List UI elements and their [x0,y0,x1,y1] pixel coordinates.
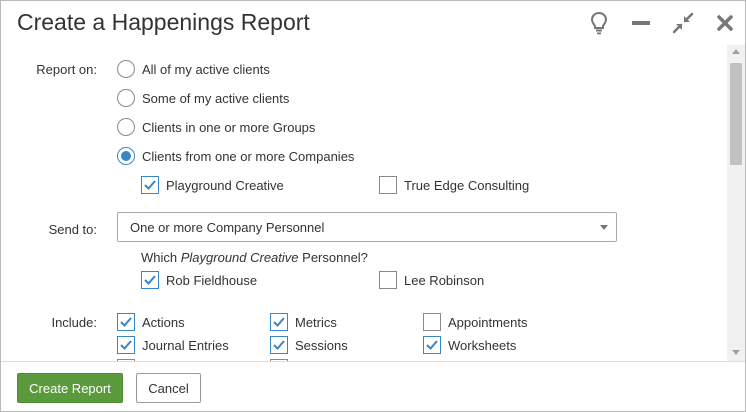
radio-label: Clients from one or more Companies [142,149,355,164]
close-icon[interactable] [711,9,739,37]
send-to-selected-value: One or more Company Personnel [130,220,325,235]
checkbox-label: Playground Creative [166,178,284,193]
checkbox-true-edge-consulting[interactable] [379,176,397,194]
collapse-icon[interactable] [669,9,697,37]
checkbox-label: Appointments [448,315,528,330]
radio-clients-in-groups[interactable] [117,118,135,136]
radio-some-active-clients[interactable] [117,89,135,107]
report-on-label: Report on: [36,62,97,77]
chevron-down-icon [600,225,608,230]
send-to-select[interactable]: One or more Company Personnel [117,212,617,242]
dialog-content: Report on: All of my active clients Some… [1,45,727,361]
checkbox-lee-robinson[interactable] [379,271,397,289]
send-to-label: Send to: [48,222,97,237]
personnel-question: Which Playground Creative Personnel? [141,250,368,265]
checkbox-sessions[interactable] [270,336,288,354]
radio-label: All of my active clients [142,62,270,77]
dialog-footer: Create Report Cancel [1,361,745,411]
checkbox-actions[interactable] [117,313,135,331]
checkbox-label: Lee Robinson [404,273,485,288]
checkbox-label: Sessions [295,338,348,353]
content-scrollbar[interactable] [727,45,745,361]
checkbox-label: Worksheets [448,338,517,353]
lightbulb-icon[interactable] [585,9,613,37]
checkbox-worksheets[interactable] [423,336,441,354]
minimize-icon[interactable] [627,9,655,37]
create-report-button[interactable]: Create Report [17,373,123,403]
create-report-dialog: Create a Happenings Report Report on: Al… [0,0,746,412]
checkbox-journal-entries[interactable] [117,336,135,354]
checkbox-metrics[interactable] [270,313,288,331]
radio-clients-from-companies[interactable] [117,147,135,165]
cancel-button[interactable]: Cancel [136,373,201,403]
scroll-up-icon[interactable] [732,49,740,54]
dialog-titlebar: Create a Happenings Report [1,1,745,45]
checkbox-playground-creative[interactable] [141,176,159,194]
radio-all-active-clients[interactable] [117,60,135,78]
scroll-down-icon[interactable] [732,350,740,355]
radio-label: Some of my active clients [142,91,290,106]
checkbox-rob-fieldhouse[interactable] [141,271,159,289]
checkbox-label: Actions [142,315,185,330]
include-label: Include: [51,315,97,330]
checkbox-label: Journal Entries [142,338,229,353]
checkbox-label: Metrics [295,315,337,330]
checkbox-label: Rob Fieldhouse [166,273,258,288]
scrollbar-thumb[interactable] [730,63,742,165]
checkbox-appointments[interactable] [423,313,441,331]
company-name: Playground Creative [180,250,299,265]
radio-label: Clients in one or more Groups [142,120,316,135]
checkbox-label: True Edge Consulting [404,178,530,193]
dialog-title: Create a Happenings Report [17,9,310,35]
